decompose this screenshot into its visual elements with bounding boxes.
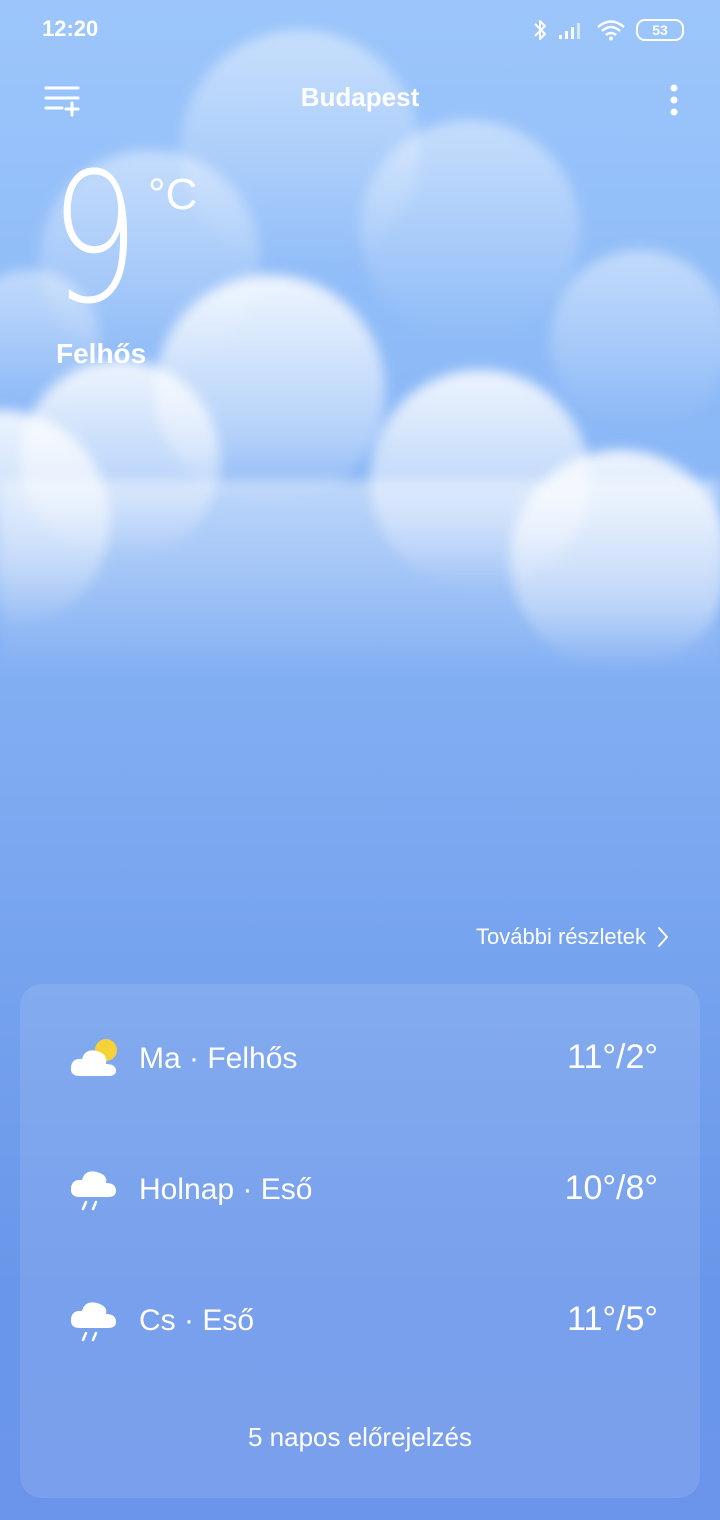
forecast-row-today[interactable]: Ma · Felhős 11°/2°	[20, 1024, 700, 1094]
rain-cloud-icon	[70, 1171, 116, 1211]
current-temperature: 9	[50, 135, 139, 344]
battery-indicator: 53	[636, 19, 684, 41]
status-bar: 12:20 53	[0, 0, 720, 60]
forecast-temp-range: 11°/2°	[567, 1038, 658, 1076]
more-details-label: További részletek	[476, 924, 646, 949]
five-day-forecast-button[interactable]: 5 napos előrejelzés	[20, 1422, 700, 1453]
forecast-row-tomorrow[interactable]: Holnap · Eső 10°/8°	[20, 1155, 700, 1225]
city-title: Budapest	[300, 82, 420, 112]
chevron-right-icon	[658, 927, 668, 947]
forecast-temp-range: 11°/5°	[567, 1300, 658, 1338]
forecast-card: Ma · Felhős 11°/2° Holnap · Eső 10°/8° C…	[20, 984, 700, 1498]
forecast-day-label: Cs · Eső	[139, 1304, 255, 1337]
forecast-row-thursday[interactable]: Cs · Eső 11°/5°	[20, 1286, 700, 1356]
signal-icon	[559, 23, 580, 39]
rain-cloud-icon	[70, 1302, 116, 1342]
forecast-day-label: Ma · Felhős	[139, 1042, 298, 1075]
top-bar: Budapest	[0, 70, 720, 130]
status-icons: 53	[532, 14, 684, 46]
status-time: 12:20	[42, 16, 99, 41]
wifi-icon	[597, 20, 625, 41]
more-options-icon[interactable]	[662, 78, 686, 122]
bluetooth-icon	[534, 20, 546, 40]
current-condition: Felhős	[56, 338, 147, 369]
more-details-link[interactable]: További részletek	[476, 924, 670, 950]
forecast-temp-range: 10°/8°	[564, 1169, 658, 1207]
forecast-day-label: Holnap · Eső	[139, 1173, 313, 1206]
temperature-unit: °C	[148, 170, 198, 219]
partly-cloudy-icon	[70, 1039, 117, 1076]
